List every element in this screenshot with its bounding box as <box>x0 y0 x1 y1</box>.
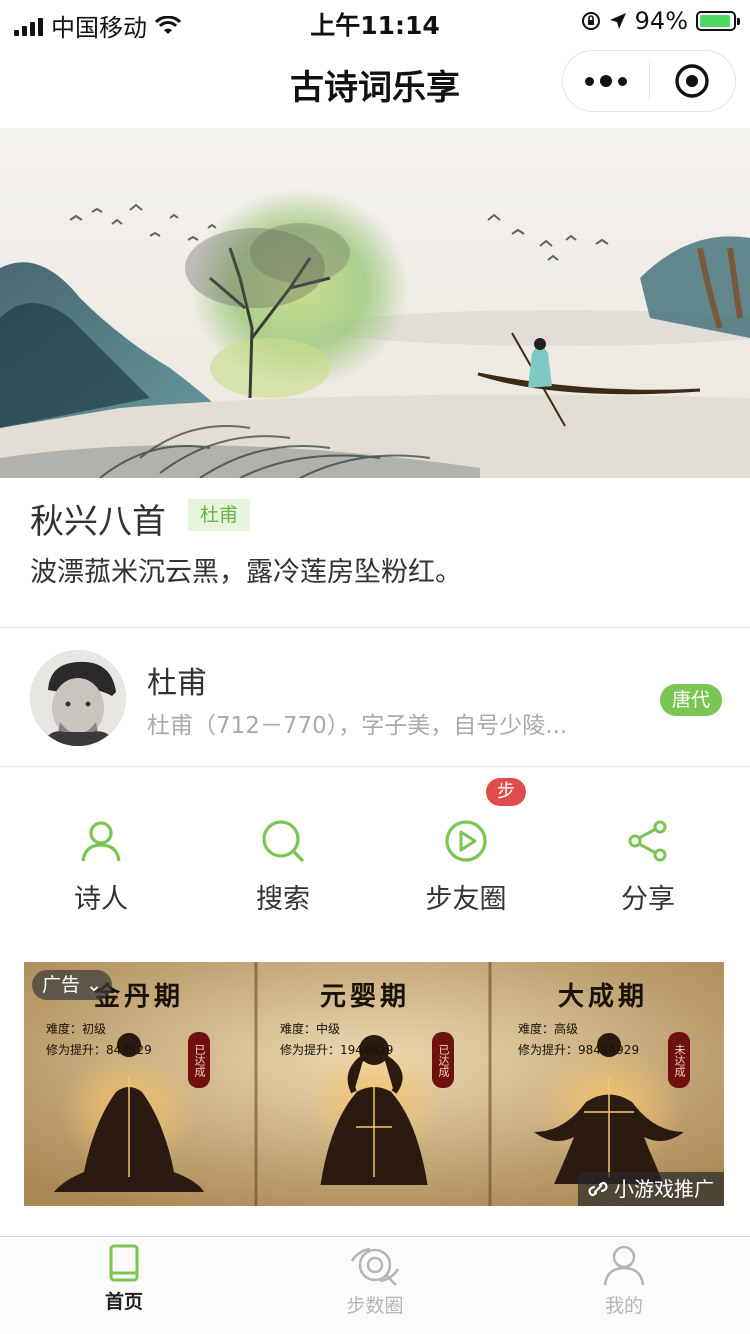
mini-game-promo-label: 小游戏推广 <box>578 1172 724 1206</box>
feature-menu: 步 诗人 搜索 步友圈 分享 <box>0 767 750 947</box>
ad-tag-button[interactable]: 广告 ⌄ <box>32 970 112 1000</box>
poet-avatar <box>30 650 126 746</box>
tab-home[interactable]: 首页 <box>44 1243 204 1314</box>
menu-label: 步友圈 <box>425 884 507 915</box>
menu-label: 搜索 <box>256 884 310 915</box>
menu-label: 诗人 <box>74 884 128 915</box>
tab-bar: 首页 步数圈 我的 <box>0 1236 750 1334</box>
ad-panel-difficulty: 难度：初级 <box>46 1022 107 1036</box>
share-icon <box>628 820 667 862</box>
poem-author-tag: 杜甫 <box>188 499 251 531</box>
user-icon <box>603 1245 645 1286</box>
location-arrow-icon <box>609 13 626 29</box>
person-icon <box>81 821 121 862</box>
battery-level <box>700 15 731 27</box>
tab-label: 步数圈 <box>346 1295 404 1317</box>
book-icon <box>109 1244 139 1282</box>
ad-panel-title: 元婴期 <box>320 982 411 1012</box>
ad-panel-seal: 已达成 <box>432 1032 454 1088</box>
ad-panel-boost: 修为提升：1944929 <box>280 1043 394 1057</box>
poem-line: 波漂菰米沉云黑，露冷莲房坠粉红。 <box>30 557 462 588</box>
game-ad-banner[interactable]: 金丹期 难度：初级 修为提升：844929 已达成 元婴期 难度：中级 修为提升… <box>24 962 724 1206</box>
poet-bio: 杜甫（712－770），字子美，自号少陵... <box>147 713 568 739</box>
ad-panel-difficulty: 难度：中级 <box>280 1022 341 1036</box>
dynasty-badge: 唐代 <box>659 684 722 716</box>
chevron-down-icon: ⌄ <box>86 974 102 996</box>
more-button[interactable] <box>563 51 649 111</box>
poem-banner-image[interactable] <box>0 128 750 478</box>
search-icon <box>262 820 304 862</box>
ad-panel-title: 大成期 <box>558 982 649 1012</box>
status-bar: 中国移动 上午11:14 94% <box>0 0 750 42</box>
ad-panel-boost: 修为提升：98444929 <box>518 1043 640 1057</box>
nav-bar: 古诗词乐享 <box>0 42 750 128</box>
tab-label: 我的 <box>604 1295 643 1317</box>
landscape-painting <box>0 128 750 478</box>
more-dots-icon <box>584 75 627 87</box>
menu-item-share[interactable]: 分享 <box>568 819 728 916</box>
step-badge: 步 <box>486 778 526 806</box>
promo-text: 小游戏推广 <box>614 1177 714 1201</box>
tab-mine[interactable]: 我的 <box>544 1243 704 1318</box>
miniprogram-capsule <box>562 50 736 112</box>
play-icon <box>445 820 487 862</box>
poem-card[interactable]: 秋兴八首 杜甫 波漂菰米沉云黑，露冷莲房坠粉红。 <box>0 478 750 628</box>
ad-panel-seal: 未达成 <box>668 1032 690 1088</box>
ad-tag-label: 广告 <box>42 974 81 996</box>
tab-steps-circle[interactable]: 步数圈 <box>295 1243 455 1318</box>
ad-panel-boost: 修为提升：844929 <box>46 1043 152 1057</box>
target-close-icon <box>675 64 709 98</box>
menu-item-search[interactable]: 搜索 <box>203 819 363 916</box>
battery-icon <box>696 11 740 31</box>
link-icon <box>588 1181 608 1197</box>
menu-label: 分享 <box>621 884 675 915</box>
poet-card[interactable]: 杜甫 杜甫（712－770），字子美，自号少陵... 唐代 <box>0 628 750 766</box>
close-miniprogram-button[interactable] <box>650 51 736 111</box>
menu-item-poet[interactable]: 诗人 <box>21 819 181 916</box>
ad-panel-difficulty: 难度：高级 <box>518 1022 579 1036</box>
tab-label: 首页 <box>104 1291 143 1313</box>
menu-item-step-friends[interactable]: 步友圈 <box>386 819 546 916</box>
battery-percent: 94% <box>634 7 688 35</box>
steps-circle-icon <box>350 1247 400 1286</box>
rotation-lock-icon <box>581 12 600 30</box>
ad-panel-seal: 已达成 <box>188 1032 210 1088</box>
poet-name: 杜甫 <box>147 666 207 701</box>
poem-title: 秋兴八首 <box>30 502 166 542</box>
status-right: 94% <box>581 7 740 35</box>
